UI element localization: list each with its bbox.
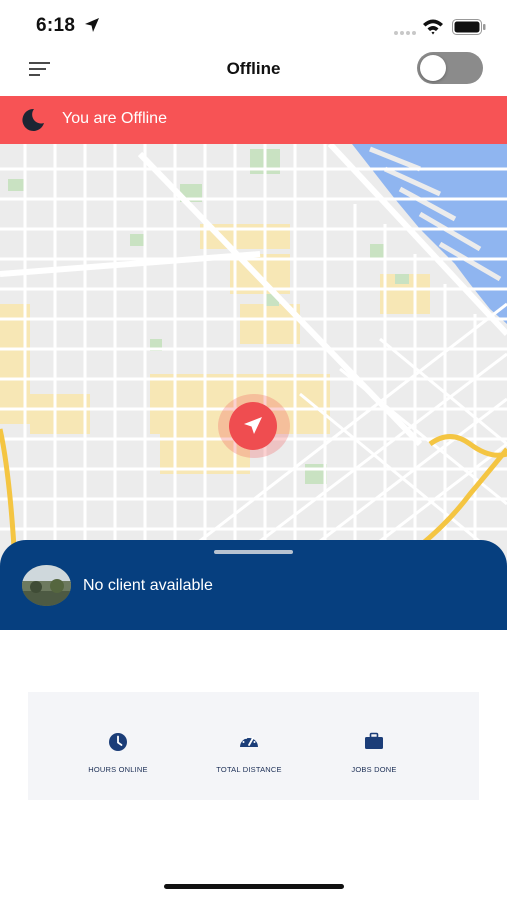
client-avatar [22,565,71,606]
clock-icon [109,733,127,751]
client-sheet[interactable]: No client available [0,540,507,630]
stat-hours-online: HOURS ONLINE [43,692,193,800]
status-bar: 6:18 [0,0,507,50]
navigation-arrow-icon [244,417,262,434]
location-arrow-icon [85,18,99,32]
status-time: 6:18 [36,15,76,36]
offline-banner-text: You are Offline [62,110,167,127]
stat-label: HOURS ONLINE [88,765,148,774]
online-toggle[interactable] [417,52,483,84]
signal-icon [394,31,416,35]
sheet-drag-handle[interactable] [214,550,293,554]
speedometer-icon [240,735,258,747]
toggle-knob [420,55,446,81]
home-indicator[interactable] [164,884,344,889]
map-tiles [0,144,507,564]
battery-icon [452,19,486,35]
stat-jobs-done: JOBS DONE [299,692,449,800]
client-status-text: No client available [83,577,213,594]
stats-card: HOURS ONLINE TOTAL DISTANCE JOBS DONE [28,692,479,800]
stat-label: JOBS DONE [351,765,397,774]
map-view[interactable] [0,144,507,564]
current-location-marker[interactable] [229,402,277,450]
briefcase-icon [365,732,383,749]
wifi-icon [423,19,443,35]
moon-icon [22,108,44,131]
offline-banner: You are Offline [0,96,507,144]
